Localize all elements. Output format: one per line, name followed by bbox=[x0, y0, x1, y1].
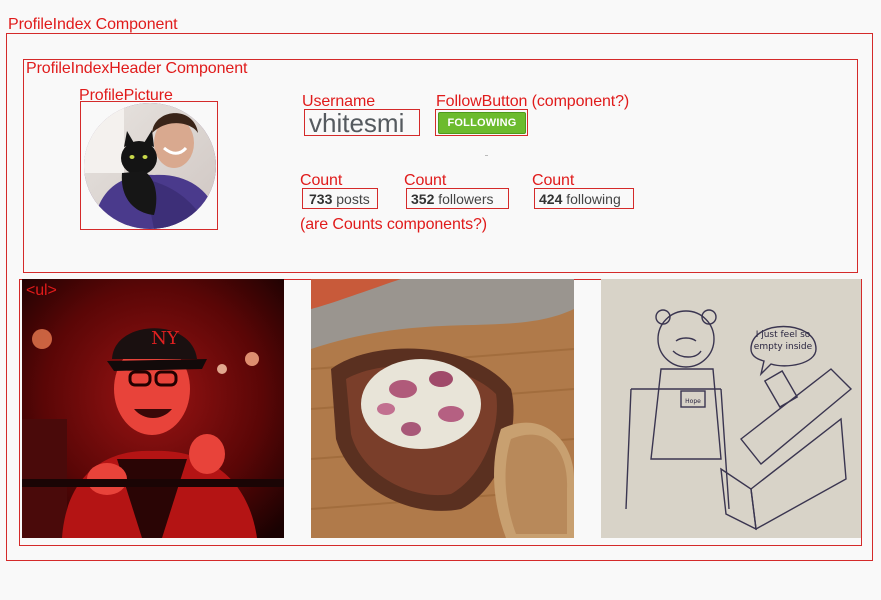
photo-item[interactable]: NY bbox=[22, 279, 284, 538]
photo-item[interactable] bbox=[311, 279, 574, 538]
profile-index-header-annotation: ProfileIndexHeader Component bbox=[26, 60, 248, 77]
counts-question-annotation: (are Counts components?) bbox=[300, 216, 488, 233]
username[interactable]: vhitesmi bbox=[309, 109, 404, 137]
profile-picture-box bbox=[80, 101, 218, 230]
ul-annotation: <ul> bbox=[26, 282, 57, 299]
followers-count-label: followers bbox=[438, 191, 494, 207]
separator-dot bbox=[485, 155, 488, 156]
photo-food bbox=[311, 279, 574, 538]
following-count-number: 424 bbox=[539, 191, 563, 207]
following-count-label: following bbox=[566, 191, 621, 207]
photo-sketch: I just feel so empty inside Hope bbox=[601, 279, 861, 538]
posts-count[interactable]: 733 posts bbox=[309, 191, 370, 207]
photo-item[interactable]: I just feel so empty inside Hope bbox=[601, 279, 861, 538]
sketch-caption: empty inside bbox=[754, 342, 813, 352]
followers-count[interactable]: 352 followers bbox=[411, 191, 494, 207]
posts-count-number: 733 bbox=[309, 191, 333, 207]
follow-button[interactable]: FOLLOWING bbox=[438, 112, 526, 134]
posts-count-label: posts bbox=[336, 191, 370, 207]
sketch-sign: Hope bbox=[685, 398, 701, 405]
svg-text:NY: NY bbox=[151, 328, 180, 349]
following-count[interactable]: 424 following bbox=[539, 191, 621, 207]
followers-count-number: 352 bbox=[411, 191, 435, 207]
profile-index-annotation: ProfileIndex Component bbox=[8, 16, 178, 33]
photo-party: NY bbox=[22, 279, 284, 538]
sketch-caption: I just feel so bbox=[756, 330, 811, 340]
